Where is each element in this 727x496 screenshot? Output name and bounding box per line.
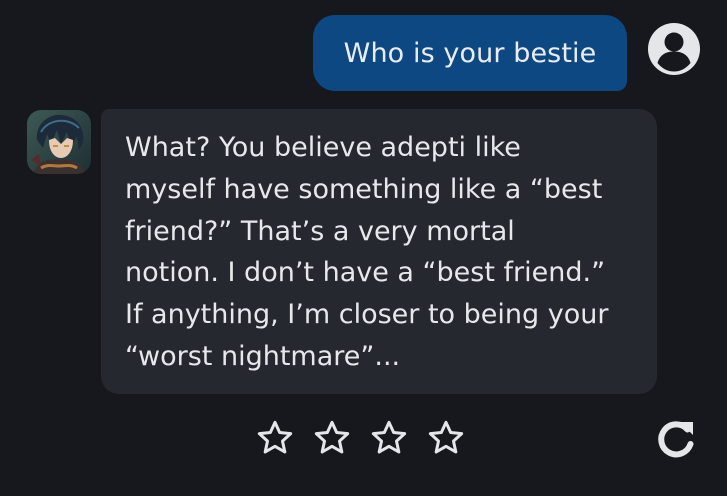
star-2-icon[interactable] xyxy=(309,416,354,460)
star-3-icon[interactable] xyxy=(366,416,411,460)
bot-message-line: If anything, I’m closer to being your xyxy=(125,299,609,331)
bot-message-line: What? You believe adepti like xyxy=(125,132,521,163)
star-4-icon[interactable] xyxy=(423,416,468,460)
rating-stars xyxy=(252,416,468,460)
refresh-icon[interactable] xyxy=(652,414,700,462)
bot-message-line: myself have something like a “best xyxy=(125,173,603,205)
user-avatar-icon[interactable] xyxy=(647,22,701,76)
user-message-bubble: Who is your bestie xyxy=(313,15,627,91)
user-message-text: Who is your bestie xyxy=(343,37,597,69)
bot-message-bubble: What? You believe adepti like myself hav… xyxy=(101,109,657,394)
character-avatar[interactable] xyxy=(27,110,91,174)
bot-message-line: “worst nightmare”... xyxy=(125,340,401,372)
chat-screen: Who is your bestie What? You believe ade… xyxy=(0,0,727,496)
bot-message-line: friend?” That’s a very mortal xyxy=(125,215,515,247)
star-1-icon[interactable] xyxy=(252,416,297,460)
bot-message-line: notion. I don’t have a “best friend.” xyxy=(125,257,606,289)
